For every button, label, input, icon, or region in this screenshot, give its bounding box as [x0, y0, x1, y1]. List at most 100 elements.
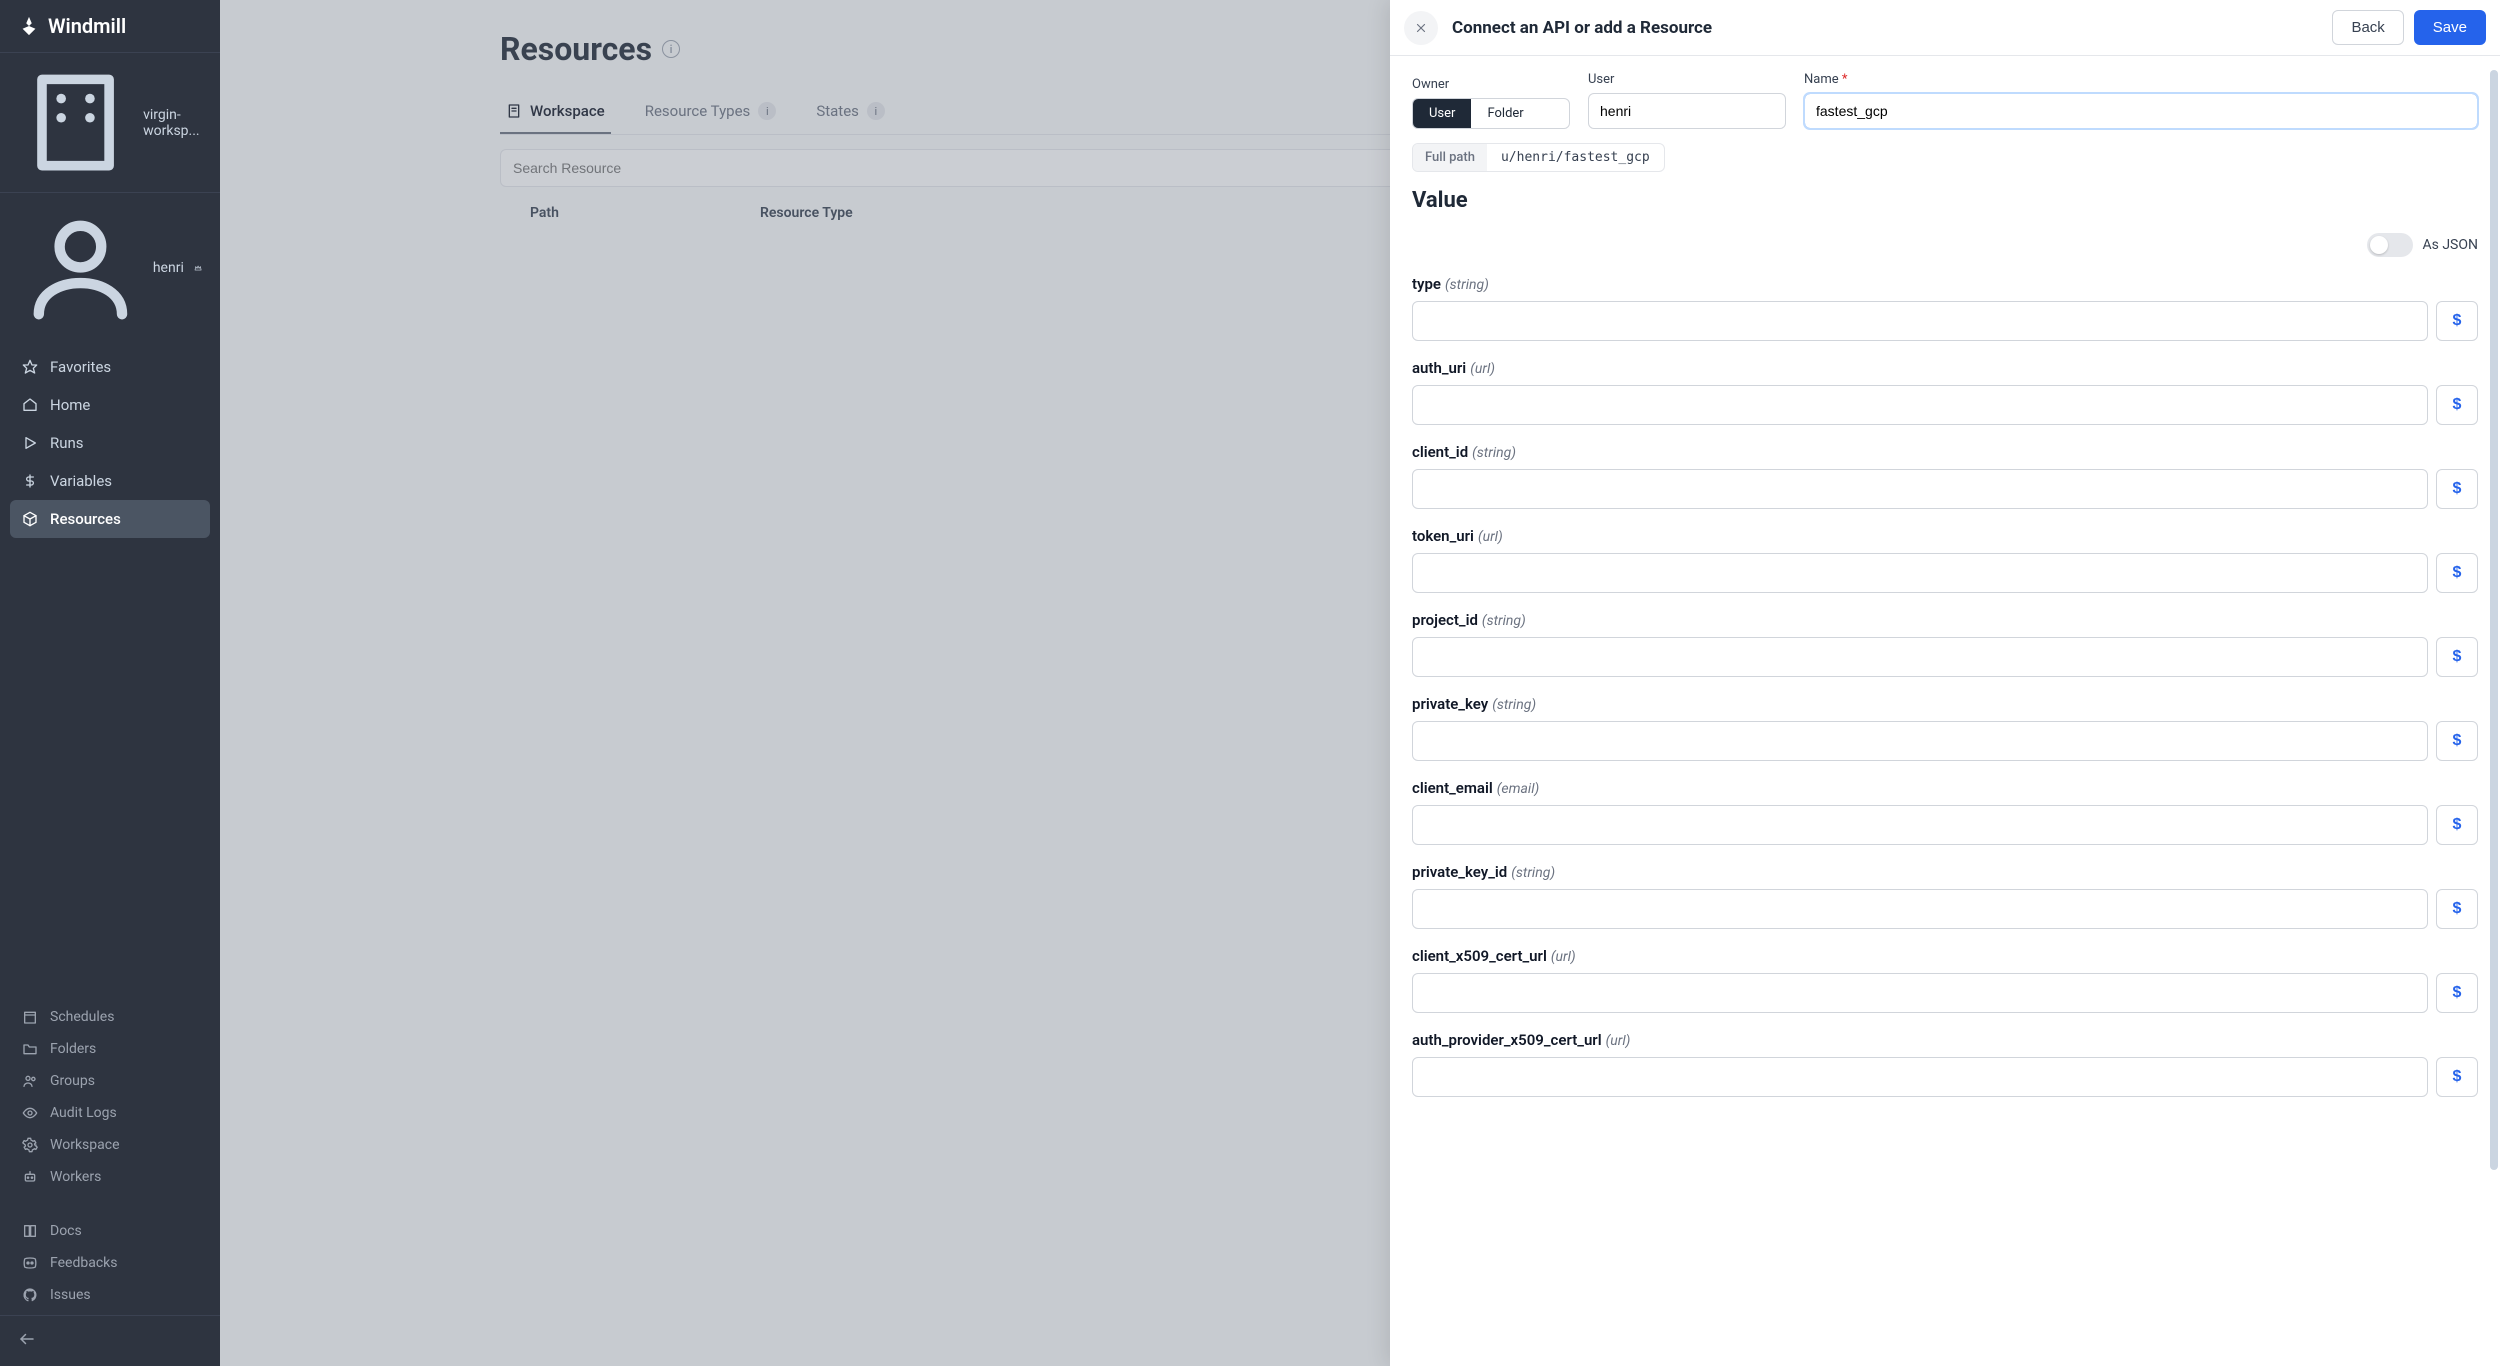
nav-label: Workers — [50, 1169, 101, 1185]
nav-groups[interactable]: Groups — [10, 1065, 210, 1097]
close-icon — [1414, 21, 1428, 35]
nav-label: Home — [50, 396, 90, 414]
nav-docs[interactable]: Docs — [10, 1215, 210, 1247]
scrollbar[interactable] — [2490, 70, 2498, 1310]
nav-label: Issues — [50, 1287, 91, 1303]
field-type: (url) — [1470, 361, 1495, 377]
dollar-icon — [22, 473, 38, 489]
field-input-auth_uri[interactable] — [1412, 385, 2428, 425]
nav-label: Folders — [50, 1041, 96, 1057]
drawer-body: Owner User Folder User Name * — [1390, 56, 2500, 1366]
nav-schedules[interactable]: Schedules — [10, 1001, 210, 1033]
main-content: Resources i Workspace Resource Types i S… — [220, 0, 2500, 1366]
insert-variable-button[interactable]: $ — [2436, 385, 2478, 425]
field-label: type — [1412, 275, 1441, 293]
nav-primary: Favorites Home Runs Variables Resources — [0, 342, 220, 544]
field-label: auth_provider_x509_cert_url — [1412, 1031, 1602, 1049]
field-label: client_email — [1412, 779, 1493, 797]
arrow-left-icon — [18, 1330, 36, 1348]
insert-variable-button[interactable]: $ — [2436, 637, 2478, 677]
nav-favorites[interactable]: Favorites — [10, 348, 210, 386]
nav-workers[interactable]: Workers — [10, 1161, 210, 1193]
required-mark: * — [1842, 72, 1848, 87]
json-label: As JSON — [2423, 237, 2479, 253]
insert-variable-button[interactable]: $ — [2436, 1057, 2478, 1097]
drawer: Connect an API or add a Resource Back Sa… — [1390, 0, 2500, 1366]
field-input-project_id[interactable] — [1412, 637, 2428, 677]
nav-folders[interactable]: Folders — [10, 1033, 210, 1065]
field-label: token_uri — [1412, 527, 1474, 545]
field-input-client_x509_cert_url[interactable] — [1412, 973, 2428, 1013]
nav-label: Variables — [50, 472, 112, 490]
field-input-private_key[interactable] — [1412, 721, 2428, 761]
insert-variable-button[interactable]: $ — [2436, 469, 2478, 509]
field-label: client_x509_cert_url — [1412, 947, 1547, 965]
insert-variable-button[interactable]: $ — [2436, 553, 2478, 593]
sidebar: Windmill virgin-worksp... henri Favorite… — [0, 0, 220, 1366]
crown-icon — [194, 262, 202, 274]
field-input-auth_provider_x509_cert_url[interactable] — [1412, 1057, 2428, 1097]
nav-label: Feedbacks — [50, 1255, 117, 1271]
field-input-client_email[interactable] — [1412, 805, 2428, 845]
nav-issues[interactable]: Issues — [10, 1279, 210, 1311]
play-icon — [22, 435, 38, 451]
nav-workspace[interactable]: Workspace — [10, 1129, 210, 1161]
field-label: project_id — [1412, 611, 1478, 629]
discord-icon — [22, 1255, 38, 1271]
json-toggle[interactable] — [2367, 233, 2413, 257]
nav-feedbacks[interactable]: Feedbacks — [10, 1247, 210, 1279]
back-button[interactable]: Back — [2332, 10, 2403, 45]
field-type: (url) — [1478, 529, 1503, 545]
field-auth_provider_x509_cert_url: auth_provider_x509_cert_url(url) $ — [1412, 1031, 2478, 1097]
insert-variable-button[interactable]: $ — [2436, 721, 2478, 761]
scrollbar-thumb[interactable] — [2490, 70, 2498, 1170]
field-label: client_id — [1412, 443, 1468, 461]
field-private_key: private_key(string)$ — [1412, 695, 2478, 761]
sidebar-collapse[interactable] — [0, 1315, 220, 1366]
field-type: (string) — [1445, 277, 1489, 293]
insert-variable-button[interactable]: $ — [2436, 889, 2478, 929]
workspace-selector[interactable]: virgin-worksp... — [0, 52, 220, 193]
seg-user[interactable]: User — [1413, 99, 1471, 128]
nav-runs[interactable]: Runs — [10, 424, 210, 462]
insert-variable-button[interactable]: $ — [2436, 973, 2478, 1013]
book-icon — [22, 1223, 38, 1239]
calendar-icon — [22, 1009, 38, 1025]
owner-label: Owner — [1412, 77, 1570, 92]
save-button[interactable]: Save — [2414, 10, 2486, 45]
field-input-type[interactable] — [1412, 301, 2428, 341]
current-user: henri — [153, 260, 184, 276]
insert-variable-button[interactable]: $ — [2436, 805, 2478, 845]
field-type: (string) — [1511, 865, 1555, 881]
nav-resources[interactable]: Resources — [10, 500, 210, 538]
field-auth_uri: auth_uri(url)$ — [1412, 359, 2478, 425]
fields-container: type(string)$auth_uri(url)$client_id(str… — [1412, 275, 2478, 1097]
star-icon — [22, 359, 38, 375]
field-type: (url) — [1606, 1033, 1631, 1049]
brand-logo[interactable]: Windmill — [0, 0, 220, 52]
nav-home[interactable]: Home — [10, 386, 210, 424]
seg-folder[interactable]: Folder — [1471, 99, 1539, 128]
field-type: (url) — [1551, 949, 1576, 965]
user-input[interactable] — [1588, 93, 1786, 129]
home-icon — [22, 397, 38, 413]
nav-audit[interactable]: Audit Logs — [10, 1097, 210, 1129]
building-icon — [18, 65, 133, 180]
field-type: type(string) $ — [1412, 275, 2478, 341]
cube-icon — [22, 511, 38, 527]
field-input-client_id[interactable] — [1412, 469, 2428, 509]
nav-label: Workspace — [50, 1137, 120, 1153]
field-input-token_uri[interactable] — [1412, 553, 2428, 593]
field-type: (string) — [1482, 613, 1526, 629]
field-client_id: client_id(string)$ — [1412, 443, 2478, 509]
nav-variables[interactable]: Variables — [10, 462, 210, 500]
field-input-private_key_id[interactable] — [1412, 889, 2428, 929]
user-menu[interactable]: henri — [0, 193, 220, 342]
field-token_uri: token_uri(url) $ — [1412, 527, 2478, 593]
nav-label: Resources — [50, 510, 121, 528]
name-input[interactable] — [1804, 93, 2478, 129]
close-button[interactable] — [1404, 11, 1438, 45]
drawer-title: Connect an API or add a Resource — [1452, 18, 1712, 38]
nav-label: Favorites — [50, 358, 111, 376]
insert-variable-button[interactable]: $ — [2436, 301, 2478, 341]
